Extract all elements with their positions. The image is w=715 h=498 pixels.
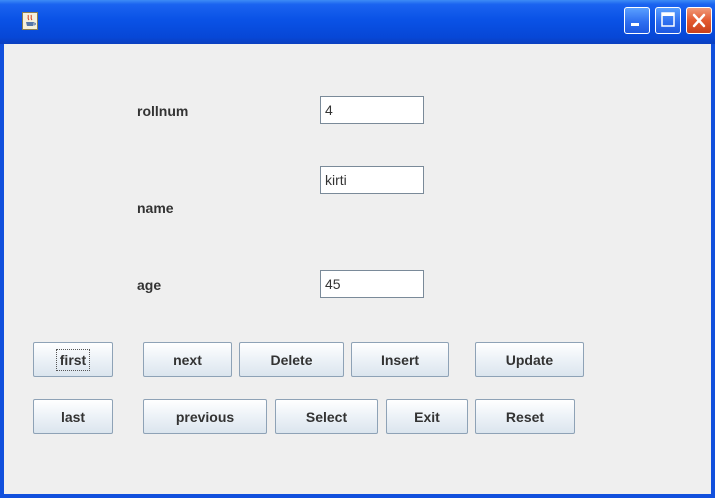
last-button[interactable]: last [33,399,113,434]
age-field[interactable] [320,270,424,298]
update-button[interactable]: Update [475,342,584,377]
exit-button[interactable]: Exit [386,399,468,434]
minimize-button[interactable] [624,7,650,34]
maximize-icon [661,12,675,27]
title-bar[interactable] [0,0,715,44]
reset-button[interactable]: Reset [475,399,575,434]
previous-button[interactable]: previous [143,399,267,434]
app-window: rollnum name age first next Delete Inser… [0,0,715,498]
select-button[interactable]: Select [275,399,378,434]
next-button[interactable]: next [143,342,232,377]
first-button-label: first [55,348,91,371]
insert-button[interactable]: Insert [351,342,449,377]
rollnum-label: rollnum [137,103,189,119]
minimize-icon [631,23,639,26]
name-label: name [137,200,174,216]
delete-button[interactable]: Delete [239,342,344,377]
maximize-button[interactable] [655,7,681,34]
rollnum-field[interactable] [320,96,424,124]
close-button[interactable] [686,7,712,34]
first-button[interactable]: first [33,342,113,377]
form-panel: rollnum name age first next Delete Inser… [4,44,711,494]
close-icon [692,13,706,28]
java-coffee-cup-icon[interactable] [22,12,38,30]
name-field[interactable] [320,166,424,194]
age-label: age [137,277,162,293]
